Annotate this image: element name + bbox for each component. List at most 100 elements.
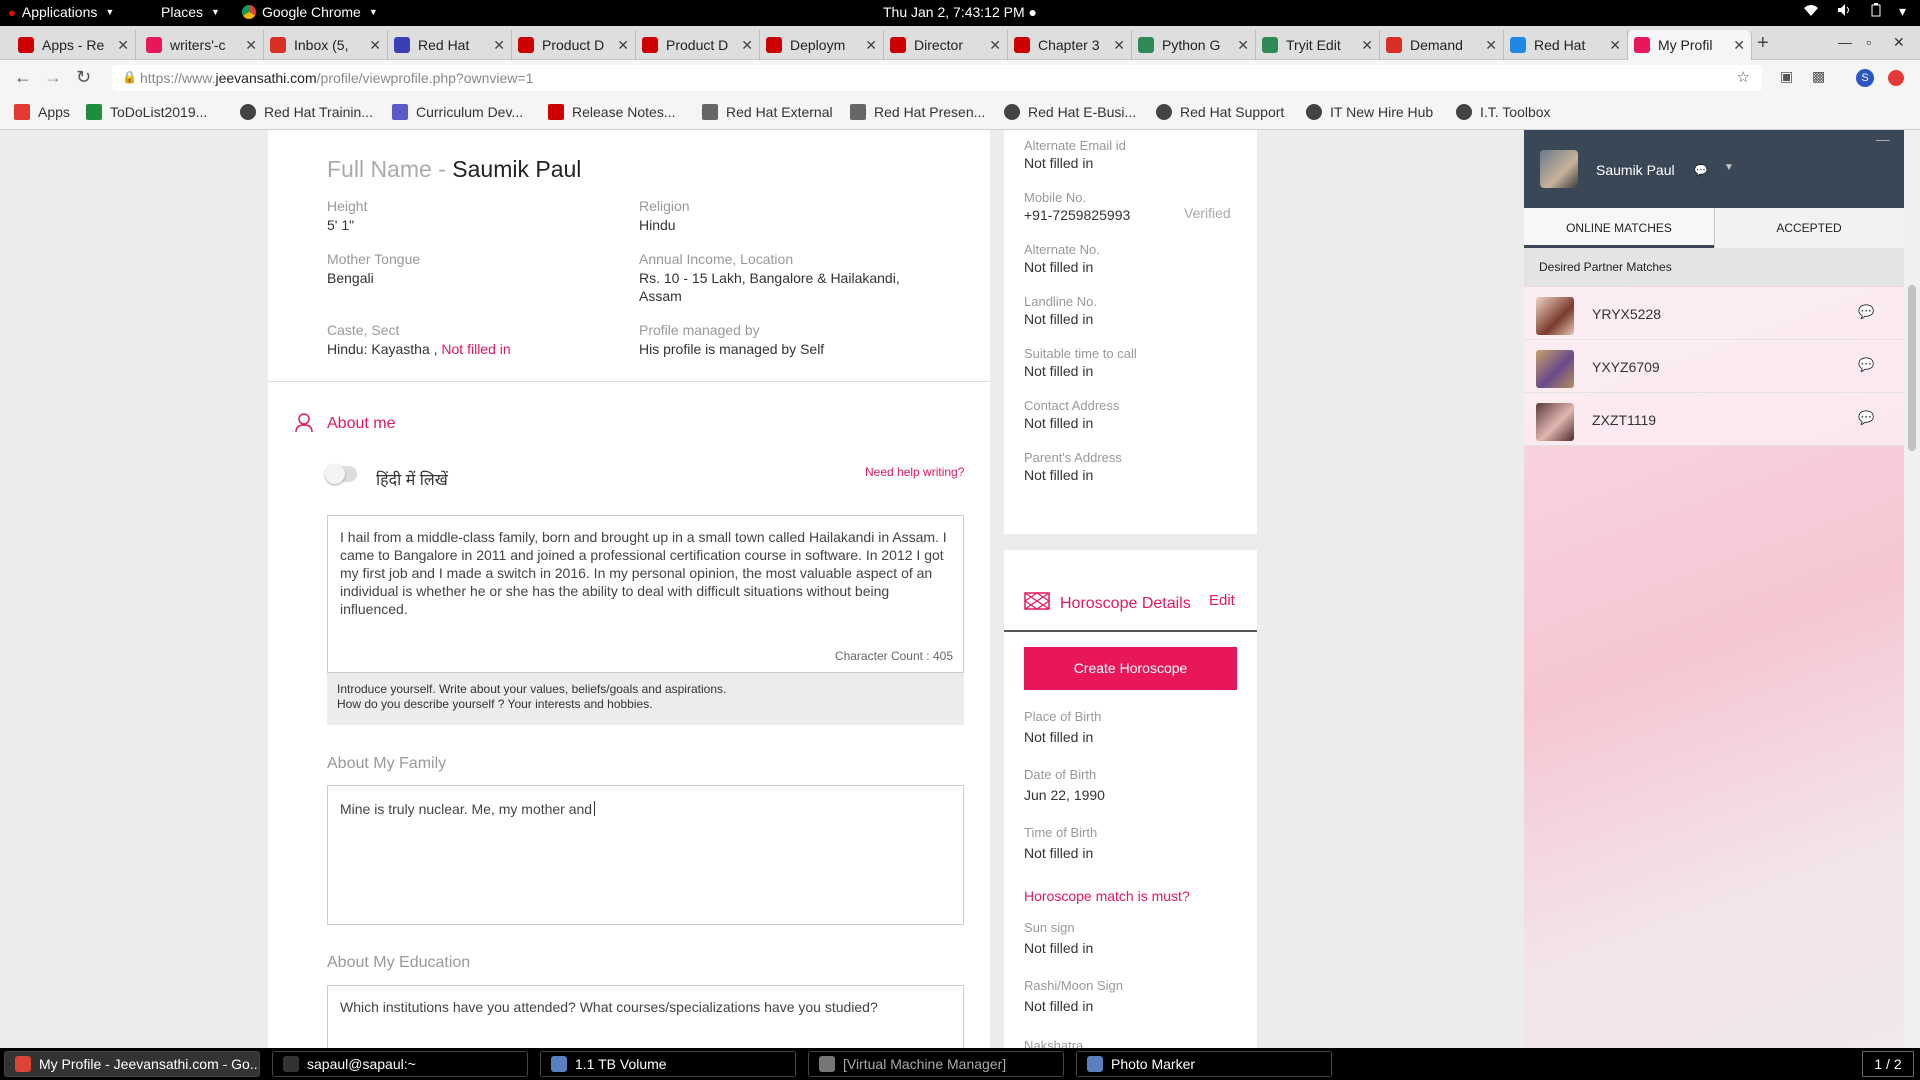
bookmark-item[interactable]: IT New Hire Hub bbox=[1306, 104, 1433, 120]
browser-tab[interactable]: Python G ✕ bbox=[1132, 30, 1256, 60]
moon-sign-value[interactable]: Not filled in bbox=[1024, 997, 1123, 1015]
close-tab-icon[interactable]: ✕ bbox=[493, 37, 505, 54]
applications-menu[interactable]: ● Applications ▼ bbox=[8, 4, 114, 20]
chat-status-icon[interactable]: 💬 bbox=[1694, 164, 1708, 177]
update-menu-icon[interactable] bbox=[1888, 70, 1904, 86]
close-tab-icon[interactable]: ✕ bbox=[1609, 37, 1621, 54]
parent-address-value[interactable]: Not filled in bbox=[1024, 466, 1122, 484]
taskbar-window-button[interactable]: [Virtual Machine Manager] bbox=[808, 1051, 1064, 1077]
create-horoscope-button[interactable]: Create Horoscope bbox=[1024, 647, 1237, 690]
alternate-email-value[interactable]: Not filled in bbox=[1024, 154, 1126, 172]
chat-bubble-icon[interactable]: 💬 bbox=[1858, 410, 1874, 426]
taskbar-window-button[interactable]: 1.1 TB Volume bbox=[540, 1051, 796, 1077]
list-item[interactable]: ZXZT1119 💬 bbox=[1524, 393, 1904, 446]
chat-bubble-icon[interactable]: 💬 bbox=[1858, 304, 1874, 320]
sect-not-filled[interactable]: Not filled in bbox=[441, 341, 510, 357]
bookmark-item[interactable]: Red Hat Presen... bbox=[850, 104, 985, 120]
system-tray[interactable]: ▾ bbox=[1803, 3, 1906, 20]
workspace-pager[interactable]: 1 / 2 bbox=[1862, 1051, 1914, 1077]
call-time-value[interactable]: Not filled in bbox=[1024, 362, 1137, 380]
close-tab-icon[interactable]: ✕ bbox=[117, 37, 129, 54]
browser-tab[interactable]: Chapter 3 ✕ bbox=[1008, 30, 1132, 60]
browser-tab[interactable]: Product D ✕ bbox=[636, 30, 760, 60]
about-education-textarea[interactable]: Which institutions have you attended? Wh… bbox=[327, 985, 964, 1048]
contact-address-value[interactable]: Not filled in bbox=[1024, 414, 1119, 432]
bookmark-star-icon[interactable]: ☆ bbox=[1737, 68, 1750, 86]
power-menu-icon[interactable]: ▾ bbox=[1899, 3, 1906, 20]
avatar[interactable] bbox=[1540, 150, 1578, 188]
close-window-button[interactable]: ✕ bbox=[1893, 34, 1905, 51]
place-of-birth-value[interactable]: Not filled in bbox=[1024, 728, 1101, 746]
browser-tab[interactable]: Tryit Edit ✕ bbox=[1256, 30, 1380, 60]
reload-icon[interactable]: ↻ bbox=[76, 67, 91, 88]
horoscope-edit-link[interactable]: Edit bbox=[1209, 592, 1235, 609]
tab-accepted[interactable]: ACCEPTED bbox=[1714, 208, 1904, 248]
close-tab-icon[interactable]: ✕ bbox=[989, 37, 1001, 54]
browser-tab[interactable]: Red Hat ✕ bbox=[1504, 30, 1628, 60]
bookmark-item[interactable]: Release Notes... bbox=[548, 104, 676, 120]
bookmark-item[interactable]: I.T. Toolbox bbox=[1456, 104, 1551, 120]
landline-value[interactable]: Not filled in bbox=[1024, 310, 1097, 328]
browser-tab[interactable]: Red Hat ✕ bbox=[388, 30, 512, 60]
maximize-button[interactable]: ▫ bbox=[1866, 34, 1871, 50]
bookmark-item[interactable]: Red Hat E-Busi... bbox=[1004, 104, 1136, 120]
close-tab-icon[interactable]: ✕ bbox=[617, 37, 629, 54]
browser-app-menu[interactable]: Google Chrome ▼ bbox=[242, 4, 378, 20]
browser-tab[interactable]: Inbox (5, ✕ bbox=[264, 30, 388, 60]
close-tab-icon[interactable]: ✕ bbox=[369, 37, 381, 54]
browser-tab[interactable]: Apps - Re ✕ bbox=[12, 30, 136, 60]
hindi-toggle-switch[interactable] bbox=[325, 464, 357, 484]
bookmark-item[interactable]: Red Hat External bbox=[702, 104, 833, 120]
taskbar-window-button[interactable]: sapaul@sapaul:~ bbox=[272, 1051, 528, 1077]
taskbar-window-button[interactable]: My Profile - Jeevansathi.com - Go... bbox=[4, 1051, 260, 1077]
browser-tab[interactable]: Product D ✕ bbox=[512, 30, 636, 60]
extension-icon[interactable]: ▣ bbox=[1780, 68, 1793, 85]
alternate-number-value[interactable]: Not filled in bbox=[1024, 258, 1100, 276]
close-tab-icon[interactable]: ✕ bbox=[1361, 37, 1373, 54]
close-tab-icon[interactable]: ✕ bbox=[1733, 37, 1745, 54]
about-family-textarea[interactable]: Mine is truly nuclear. Me, my mother and bbox=[327, 785, 964, 925]
time-of-birth-value[interactable]: Not filled in bbox=[1024, 844, 1097, 862]
scrollbar-thumb[interactable] bbox=[1908, 285, 1916, 451]
about-me-textarea[interactable]: I hail from a middle-class family, born … bbox=[327, 515, 964, 673]
forward-arrow-icon[interactable]: → bbox=[44, 67, 62, 88]
minimize-button[interactable]: — bbox=[1838, 34, 1852, 50]
avatar[interactable] bbox=[1536, 350, 1574, 388]
browser-tab[interactable]: Director ✕ bbox=[884, 30, 1008, 60]
close-tab-icon[interactable]: ✕ bbox=[1113, 37, 1125, 54]
tab-online-matches[interactable]: ONLINE MATCHES bbox=[1524, 208, 1714, 248]
close-tab-icon[interactable]: ✕ bbox=[245, 37, 257, 54]
avatar[interactable] bbox=[1536, 297, 1574, 335]
new-tab-button[interactable]: + bbox=[1757, 32, 1769, 55]
close-tab-icon[interactable]: ✕ bbox=[865, 37, 877, 54]
browser-tab[interactable]: My Profil ✕ bbox=[1628, 30, 1752, 60]
close-tab-icon[interactable]: ✕ bbox=[1485, 37, 1497, 54]
list-item[interactable]: YRYX5228 💬 bbox=[1524, 287, 1904, 340]
browser-tab[interactable]: writers'-c ✕ bbox=[140, 30, 264, 60]
address-bar[interactable]: 🔒 https://www. jeevansathi.com/profile/vi… bbox=[112, 65, 1762, 91]
photo-extension-icon[interactable]: ▩ bbox=[1812, 68, 1825, 85]
horoscope-match-must-link[interactable]: Horoscope match is must? bbox=[1024, 888, 1190, 904]
bookmark-item[interactable]: Red Hat Support bbox=[1156, 104, 1284, 120]
chevron-down-icon[interactable]: ▼ bbox=[1724, 162, 1734, 173]
page-scrollbar[interactable] bbox=[1904, 130, 1920, 1048]
close-tab-icon[interactable]: ✕ bbox=[1237, 37, 1249, 54]
profile-avatar-icon[interactable]: S bbox=[1856, 69, 1874, 87]
taskbar-window-button[interactable]: Photo Marker bbox=[1076, 1051, 1332, 1077]
avatar[interactable] bbox=[1536, 403, 1574, 441]
bookmark-item[interactable]: Apps bbox=[14, 104, 70, 120]
need-help-writing-link[interactable]: Need help writing? bbox=[865, 465, 964, 479]
close-tab-icon[interactable]: ✕ bbox=[741, 37, 753, 54]
places-menu[interactable]: Places ▼ bbox=[161, 4, 220, 20]
battery-icon[interactable] bbox=[1871, 3, 1881, 20]
bookmark-item[interactable]: Red Hat Trainin... bbox=[240, 104, 373, 120]
browser-tab[interactable]: Deploym ✕ bbox=[760, 30, 884, 60]
list-item[interactable]: YXYZ6709 💬 bbox=[1524, 340, 1904, 393]
bookmark-item[interactable]: Curriculum Dev... bbox=[392, 104, 523, 120]
bookmark-item[interactable]: ToDoList2019... bbox=[86, 104, 207, 120]
minimize-chat-button[interactable] bbox=[1876, 140, 1890, 141]
wifi-icon[interactable] bbox=[1803, 3, 1819, 20]
back-arrow-icon[interactable]: ← bbox=[14, 67, 32, 88]
volume-icon[interactable] bbox=[1837, 3, 1853, 20]
sun-sign-value[interactable]: Not filled in bbox=[1024, 939, 1093, 957]
